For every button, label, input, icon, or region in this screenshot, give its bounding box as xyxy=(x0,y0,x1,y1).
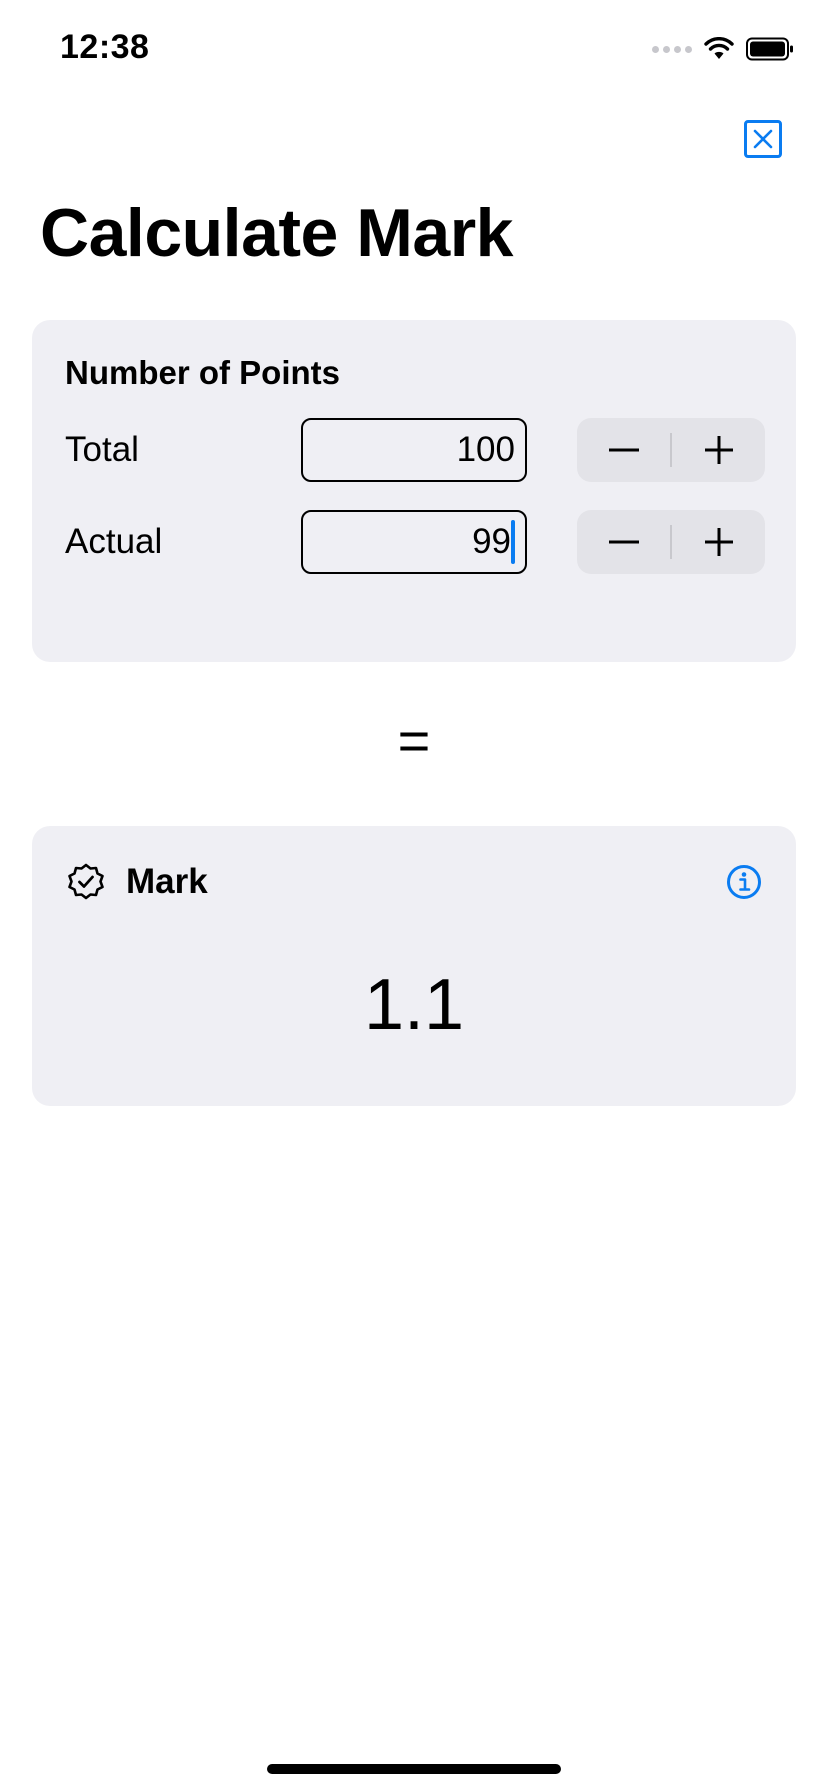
status-time: 12:38 xyxy=(60,28,150,66)
mark-card: Mark 1.1 xyxy=(32,826,796,1106)
equals-sign: = xyxy=(397,709,431,772)
plus-icon xyxy=(704,436,733,464)
actual-stepper xyxy=(577,510,765,574)
total-increment-button[interactable] xyxy=(672,418,765,482)
wifi-icon xyxy=(704,37,734,61)
text-caret xyxy=(511,520,515,564)
plus-icon xyxy=(704,528,733,556)
page-title: Calculate Mark xyxy=(40,195,513,271)
checkmark-seal-icon xyxy=(66,862,106,907)
total-stepper xyxy=(577,418,765,482)
points-section-header: Number of Points xyxy=(65,354,341,391)
mark-value: 1.1 xyxy=(363,965,465,1045)
xmark-icon xyxy=(753,129,773,149)
actual-increment-button[interactable] xyxy=(672,510,765,574)
minus-icon xyxy=(608,540,639,544)
mark-label: Mark xyxy=(126,862,208,901)
minus-icon xyxy=(608,448,639,452)
close-button[interactable] xyxy=(744,120,782,158)
total-value: 100 xyxy=(456,430,515,469)
cellular-signal-icon xyxy=(652,45,692,53)
actual-decrement-button[interactable] xyxy=(577,510,670,574)
actual-label: Actual xyxy=(65,522,163,561)
actual-value: 99 xyxy=(472,522,511,561)
total-input[interactable]: 100 xyxy=(301,418,527,482)
actual-input[interactable]: 99 xyxy=(301,510,527,574)
total-label: Total xyxy=(65,430,139,469)
status-icons xyxy=(652,34,794,64)
info-circle-icon[interactable] xyxy=(726,864,762,905)
total-decrement-button[interactable] xyxy=(577,418,670,482)
home-indicator[interactable] xyxy=(267,1764,561,1774)
battery-icon xyxy=(746,37,794,61)
points-card: Number of Points Total 100 Actual 99 xyxy=(32,320,796,662)
